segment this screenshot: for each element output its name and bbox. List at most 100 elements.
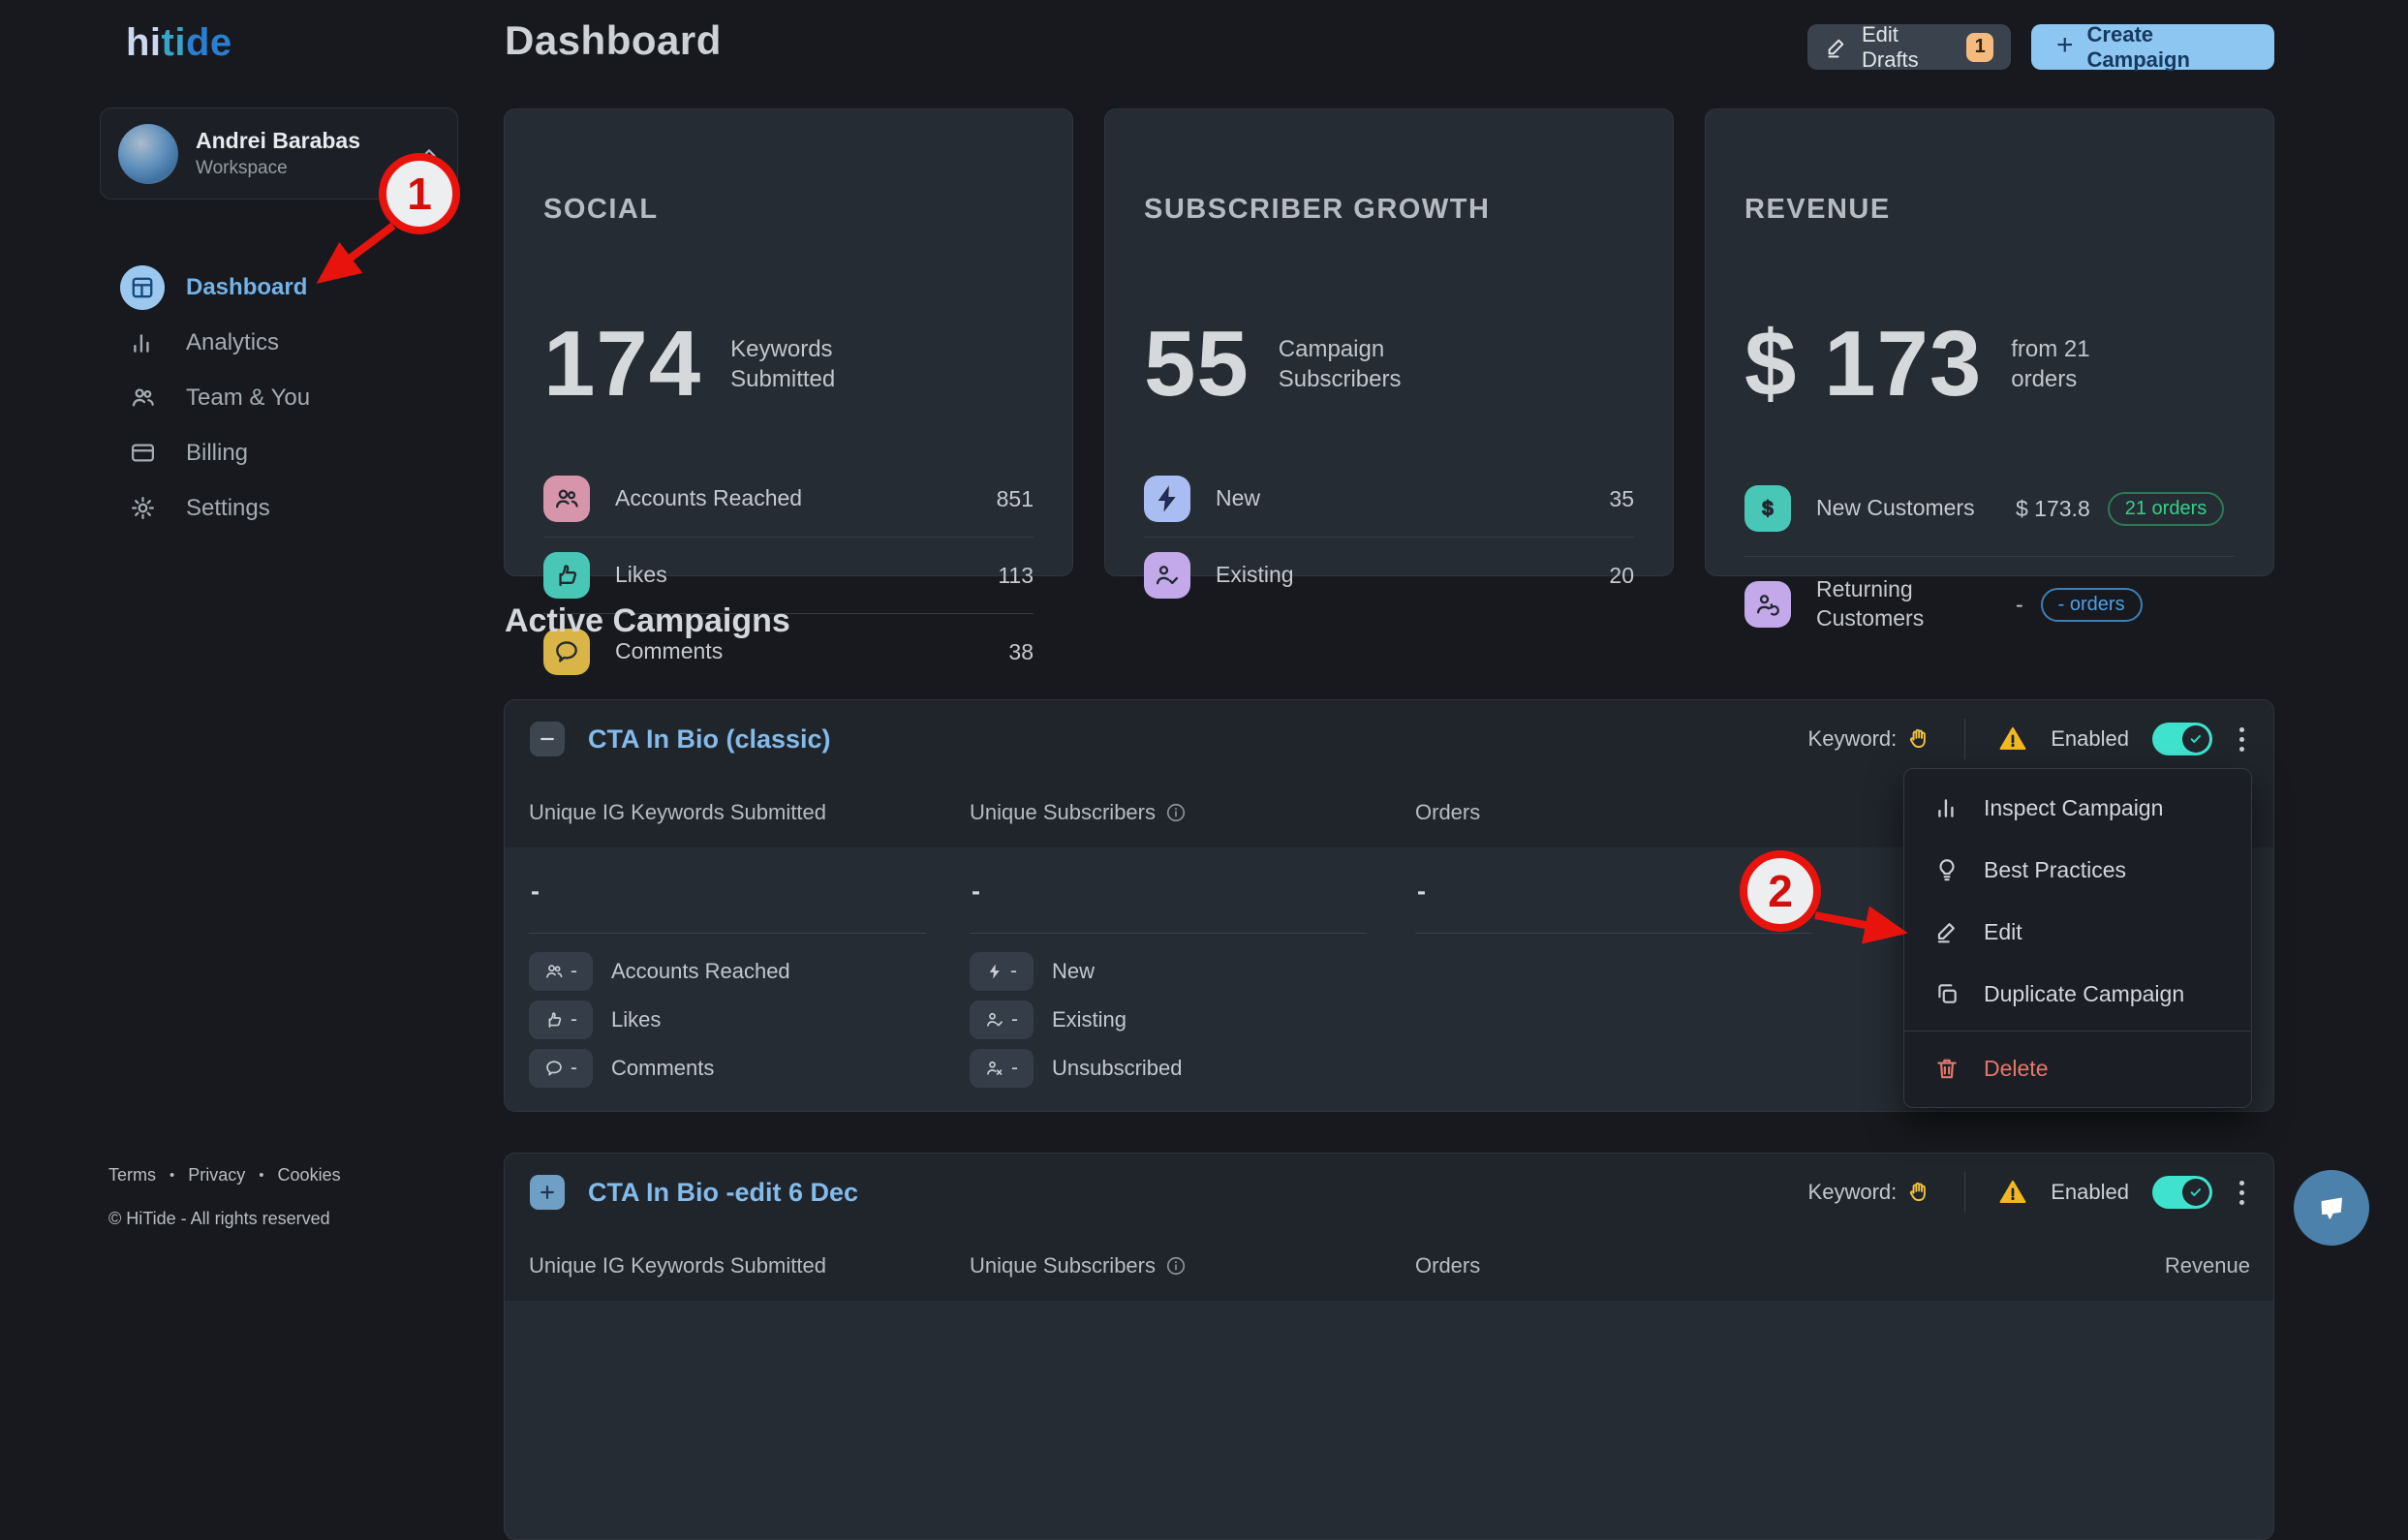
edit-drafts-button[interactable]: Edit Drafts 1 [1807,24,2011,70]
sidebar-item-label: Team & You [186,385,310,412]
mini-lightning-icon: - [970,952,1034,991]
orders-pill: 21 orders [2108,492,2225,526]
social-card: SOCIAL 174 Keywords Submitted Accounts R… [504,108,1073,576]
stat-value: 113 [998,563,1034,589]
menu-item-edit[interactable]: Edit [1904,901,2251,963]
person-check-icon [1144,552,1190,599]
thumbs-up-icon [543,552,590,599]
mini-value: - [1011,1057,1018,1080]
create-campaign-button[interactable]: + Create Campaign [2031,24,2274,70]
stat-value: - [2016,592,2023,618]
mini-label: Comments [611,1049,714,1088]
kebab-menu-icon[interactable] [2236,724,2248,755]
mini-label: Likes [611,1001,661,1039]
copy-icon [1933,981,1960,1006]
kebab-menu-icon[interactable] [2236,1177,2248,1209]
subscriber-growth-card: SUBSCRIBER GROWTH 55 Campaign Subscriber… [1104,108,1674,576]
copyright: © HiTide - All rights reserved [108,1209,341,1229]
collapse-button[interactable] [530,722,565,756]
divider [1964,1172,1965,1213]
status-label: Enabled [2051,1180,2129,1205]
toggle-check-icon [2182,725,2209,753]
logo-part-hi: hi [126,21,162,64]
info-icon[interactable] [1165,1255,1187,1277]
stat-row-new-customers: $ New Customers $ 173.8 21 orders [1744,461,2235,557]
enabled-toggle[interactable] [2152,1176,2212,1209]
drafts-count-badge: 1 [1966,33,1993,62]
dashboard-icon [120,265,165,310]
footer-separator: • [170,1167,174,1184]
stat-label: Likes [615,561,972,590]
menu-item-delete[interactable]: Delete [1904,1037,2251,1099]
column-header: Unique Subscribers [970,800,1156,825]
mini-value: - [571,1008,577,1032]
people-icon [543,476,590,522]
social-big-label: Keywords Submitted [730,334,885,394]
enabled-toggle[interactable] [2152,723,2212,755]
chat-bubble-icon [2310,1186,2353,1229]
profile-workspace-label: Workspace [196,158,401,179]
keyword-label: Keyword: [1808,1180,1898,1205]
chart-icon [1933,795,1960,820]
trash-icon [1933,1056,1960,1081]
menu-item-label: Duplicate Campaign [1984,981,2184,1007]
stat-value: 851 [997,486,1034,512]
privacy-link[interactable]: Privacy [188,1165,245,1186]
stat-value: 38 [1008,639,1034,665]
chat-widget-button[interactable] [2294,1170,2369,1246]
mini-person-check-icon: - [970,1001,1034,1039]
status-label: Enabled [2051,726,2129,752]
menu-separator [1904,1031,2251,1032]
stat-row-new: New 35 [1144,461,1634,538]
menu-item-label: Edit [1984,919,2022,945]
sidebar-item-billing[interactable]: Billing [0,425,484,480]
avatar [118,124,178,184]
stat-label: Accounts Reached [615,484,972,513]
sidebar: hitide Andrei Barabas Workspace Dashboar… [0,0,484,1276]
campaign-title[interactable]: CTA In Bio -edit 6 Dec [588,1178,858,1208]
campaign-title[interactable]: CTA In Bio (classic) [588,724,831,755]
menu-item-best-practices[interactable]: Best Practices [1904,839,2251,901]
info-icon[interactable] [1165,802,1187,823]
workspace-switcher[interactable]: Andrei Barabas Workspace [100,108,458,200]
social-big-value: 174 [543,318,701,411]
chevron-up-icon [418,143,440,165]
divider [1964,719,1965,759]
warning-icon [1998,1178,2027,1207]
logo-part-de: de [186,21,232,64]
mini-comment-icon: - [529,1049,593,1088]
wave-hand-icon [1906,1180,1931,1205]
menu-item-label: Best Practices [1984,857,2126,883]
active-campaigns-heading: Active Campaigns [505,602,790,640]
keyword-label: Keyword: [1808,726,1898,752]
dollar-icon: $ [1744,485,1791,532]
stat-value: $ 173.8 [2016,496,2090,522]
create-campaign-label: Create Campaign [2087,22,2249,73]
column-header: Unique IG Keywords Submitted [529,1253,826,1278]
sidebar-item-dashboard[interactable]: Dashboard [0,260,484,315]
sidebar-item-settings[interactable]: Settings [0,480,484,536]
wave-hand-icon [1906,726,1931,752]
divider [970,933,1367,934]
lightbulb-icon [1933,857,1960,882]
stat-label: Returning Customers [1816,575,1991,633]
plus-icon: + [2056,31,2074,60]
terms-link[interactable]: Terms [108,1165,156,1186]
pencil-icon [1933,919,1960,944]
card-title: SUBSCRIBER GROWTH [1144,194,1490,226]
cookies-link[interactable]: Cookies [278,1165,341,1186]
svg-text:$: $ [1762,498,1774,520]
menu-item-duplicate-campaign[interactable]: Duplicate Campaign [1904,963,2251,1025]
gear-icon [120,486,165,531]
stat-label: Comments [615,637,983,666]
growth-big-label: Campaign Subscribers [1279,334,1434,394]
sidebar-item-team[interactable]: Team & You [0,370,484,425]
column-header: Unique IG Keywords Submitted [529,800,826,825]
footer-separator: • [259,1167,263,1184]
campaign-context-menu: Inspect Campaign Best Practices Edit Dup… [1903,768,2252,1108]
sidebar-item-analytics[interactable]: Analytics [0,315,484,370]
divider [529,933,926,934]
menu-item-inspect-campaign[interactable]: Inspect Campaign [1904,777,2251,839]
page-title: Dashboard [505,17,722,64]
expand-button[interactable] [530,1175,565,1210]
